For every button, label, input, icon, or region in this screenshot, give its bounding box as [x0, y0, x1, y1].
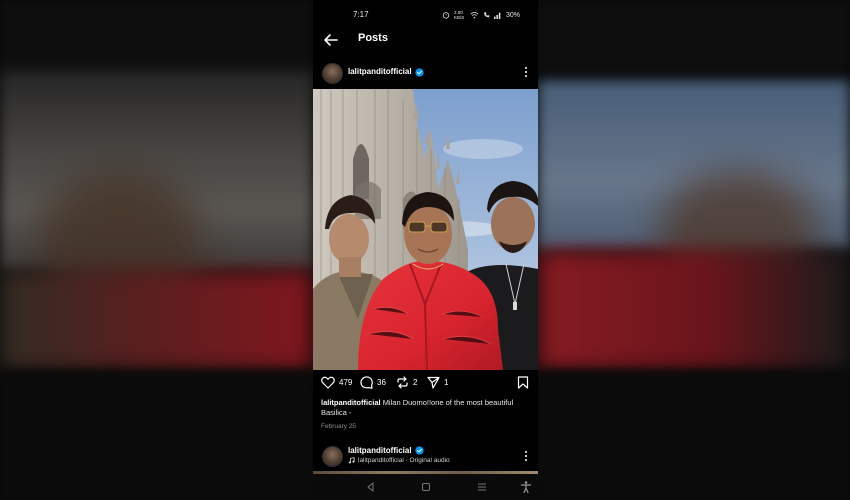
repost-action[interactable]: 2 [396, 376, 417, 389]
post-photo[interactable] [313, 89, 538, 370]
battery-level: 30% [505, 11, 520, 19]
system-nav-bar [313, 474, 538, 500]
status-bar: 7:17 2.00 KB/S 30% [313, 0, 538, 28]
wifi-icon [470, 12, 479, 19]
nav-home-icon[interactable] [419, 480, 433, 494]
top-bar: Posts [313, 28, 538, 52]
like-action[interactable]: 479 [321, 376, 352, 389]
post-username[interactable]: lalitpanditofficial [348, 67, 412, 76]
comment-action[interactable]: 36 [360, 376, 386, 389]
back-arrow-icon[interactable] [322, 31, 340, 49]
page-title: Posts [358, 32, 388, 44]
bookmark-icon[interactable] [517, 376, 529, 389]
comment-icon[interactable] [360, 376, 373, 389]
nav-back-icon[interactable] [364, 480, 378, 494]
blurred-background-left [0, 0, 313, 500]
next-post-avatar[interactable] [322, 446, 343, 467]
audio-label: lalitpanditofficial · Original audio [358, 457, 450, 464]
next-post-header: lalitpanditofficial lalitpanditofficial … [313, 440, 538, 470]
shares-count: 1 [444, 378, 449, 387]
music-note-icon [348, 457, 355, 464]
call-icon [484, 12, 490, 18]
phone-screen: 7:17 2.00 KB/S 30% Posts lalitpanditoffi… [313, 0, 538, 500]
share-action[interactable]: 1 [427, 376, 448, 389]
status-icons: 2.00 KB/S 30% [442, 10, 520, 20]
signal-icon [493, 12, 501, 19]
net-speed: 2.00 KB/S [453, 10, 465, 20]
status-time: 7:17 [353, 10, 369, 19]
accessibility-icon[interactable] [519, 480, 533, 494]
post-date: February 25 [321, 423, 357, 430]
post-caption: lalitpanditofficial Milan Duomo!!one of … [321, 398, 531, 418]
more-icon[interactable] [523, 450, 529, 462]
heart-icon[interactable] [321, 376, 335, 389]
caption-username[interactable]: lalitpanditofficial [321, 398, 381, 407]
comments-count: 36 [377, 378, 386, 387]
photo-illustration [313, 89, 538, 370]
verified-icon [415, 446, 424, 455]
likes-count: 479 [339, 378, 353, 387]
more-icon[interactable] [523, 66, 529, 78]
reposts-count: 2 [413, 378, 418, 387]
post-header: lalitpanditofficial [313, 60, 538, 86]
post-actions: 479 36 2 1 [313, 376, 538, 392]
next-post-username[interactable]: lalitpanditofficial [348, 446, 412, 455]
audio-info[interactable]: lalitpanditofficial · Original audio [348, 457, 450, 464]
alarm-icon [442, 12, 450, 19]
send-icon[interactable] [427, 376, 440, 389]
nav-recents-icon[interactable] [475, 480, 489, 494]
blurred-background-right [538, 0, 850, 500]
repost-icon[interactable] [396, 376, 409, 389]
verified-icon [415, 68, 424, 77]
avatar[interactable] [322, 63, 343, 84]
